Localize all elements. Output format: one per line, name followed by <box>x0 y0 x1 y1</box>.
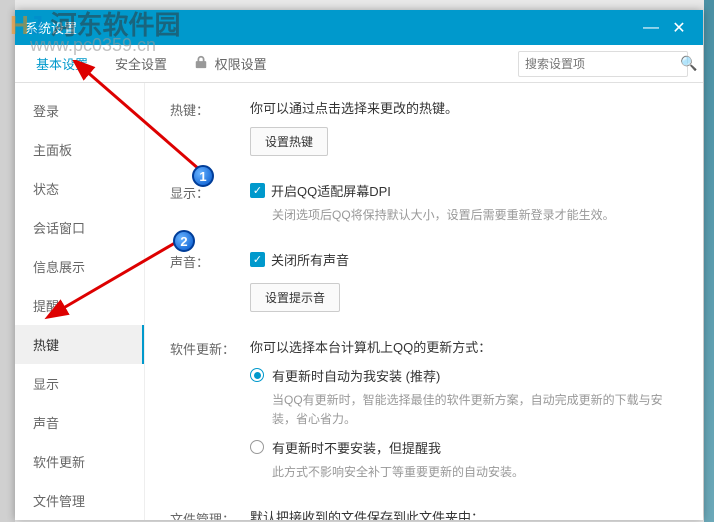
dpi-hint: 关闭选项后QQ将保持默认大小，设置后需要重新登录才能生效。 <box>272 206 678 225</box>
sidebar-item-display[interactable]: 显示 <box>15 364 144 403</box>
sidebar-item-file[interactable]: 文件管理 <box>15 481 144 520</box>
search-icon: 🔍 <box>680 55 697 72</box>
sidebar-item-login[interactable]: 登录 <box>15 91 144 130</box>
sidebar-item-infodisplay[interactable]: 信息展示 <box>15 247 144 286</box>
hotkey-desc: 你可以通过点击选择来更改的热键。 <box>250 98 678 117</box>
minimize-button[interactable]: — <box>637 14 665 42</box>
search-box[interactable]: 🔍 <box>518 51 688 77</box>
search-input[interactable] <box>525 57 680 71</box>
lock-icon <box>194 55 208 69</box>
update-auto-label: 有更新时自动为我安装 (推荐) <box>272 366 440 385</box>
sidebar-item-reminder[interactable]: 提醒 <box>15 286 144 325</box>
file-label: 文件管理： <box>170 507 250 520</box>
update-notify-label: 有更新时不要安装，但提醒我 <box>272 438 441 457</box>
sidebar-item-update[interactable]: 软件更新 <box>15 442 144 481</box>
display-label: 显示： <box>170 181 250 225</box>
topbar: 基本设置 安全设置 权限设置 🔍 <box>15 45 703 83</box>
update-auto-hint: 当QQ有更新时，智能选择最佳的软件更新方案，自动完成更新的下载与安装，省心省力。 <box>272 391 678 429</box>
tab-basic-settings[interactable]: 基本设置 <box>30 50 94 77</box>
mute-checkbox[interactable]: ✓ <box>250 252 265 267</box>
dpi-checkbox-label: 开启QQ适配屏幕DPI <box>271 181 391 200</box>
section-update: 软件更新： 你可以选择本台计算机上QQ的更新方式： 有更新时自动为我安装 (推荐… <box>170 337 678 482</box>
update-desc: 你可以选择本台计算机上QQ的更新方式： <box>250 337 678 356</box>
set-sound-button[interactable]: 设置提示音 <box>250 283 340 312</box>
set-hotkey-button[interactable]: 设置热键 <box>250 127 328 156</box>
window-title: 系统设置 <box>25 18 637 37</box>
dpi-checkbox[interactable]: ✓ <box>250 183 265 198</box>
settings-window: 系统设置 — ✕ 基本设置 安全设置 权限设置 🔍 登录 主面板 状态 会话窗口… <box>15 10 703 520</box>
sound-label: 声音： <box>170 250 250 312</box>
sidebar-item-status[interactable]: 状态 <box>15 169 144 208</box>
update-label: 软件更新： <box>170 337 250 482</box>
section-display: 显示： ✓ 开启QQ适配屏幕DPI 关闭选项后QQ将保持默认大小，设置后需要重新… <box>170 181 678 225</box>
marker-2: 2 <box>173 230 195 252</box>
tab-permission-settings[interactable]: 权限设置 <box>188 50 273 77</box>
sidebar-item-session[interactable]: 会话窗口 <box>15 208 144 247</box>
file-desc: 默认把接收到的文件保存到此文件夹中： <box>250 507 678 520</box>
tab-security-settings[interactable]: 安全设置 <box>109 50 173 77</box>
section-hotkey: 热键： 你可以通过点击选择来更改的热键。 设置热键 <box>170 98 678 156</box>
section-file: 文件管理： 默认把接收到的文件保存到此文件夹中： <box>170 507 678 520</box>
section-sound: 声音： ✓ 关闭所有声音 设置提示音 <box>170 250 678 312</box>
update-auto-radio[interactable] <box>250 368 264 382</box>
update-notify-radio[interactable] <box>250 440 264 454</box>
marker-1: 1 <box>192 165 214 187</box>
sidebar-item-hotkey[interactable]: 热键 <box>15 325 145 364</box>
sidebar-item-sound[interactable]: 声音 <box>15 403 144 442</box>
update-notify-hint: 此方式不影响安全补丁等重要更新的自动安装。 <box>272 463 678 482</box>
hotkey-label: 热键： <box>170 98 250 156</box>
close-button[interactable]: ✕ <box>665 14 693 42</box>
sidebar: 登录 主面板 状态 会话窗口 信息展示 提醒 热键 显示 声音 软件更新 文件管… <box>15 83 145 520</box>
sidebar-item-mainpanel[interactable]: 主面板 <box>15 130 144 169</box>
titlebar: 系统设置 — ✕ <box>15 10 703 45</box>
mute-checkbox-label: 关闭所有声音 <box>271 250 349 269</box>
content-area: 热键： 你可以通过点击选择来更改的热键。 设置热键 显示： ✓ 开启QQ适配屏幕… <box>145 83 703 520</box>
